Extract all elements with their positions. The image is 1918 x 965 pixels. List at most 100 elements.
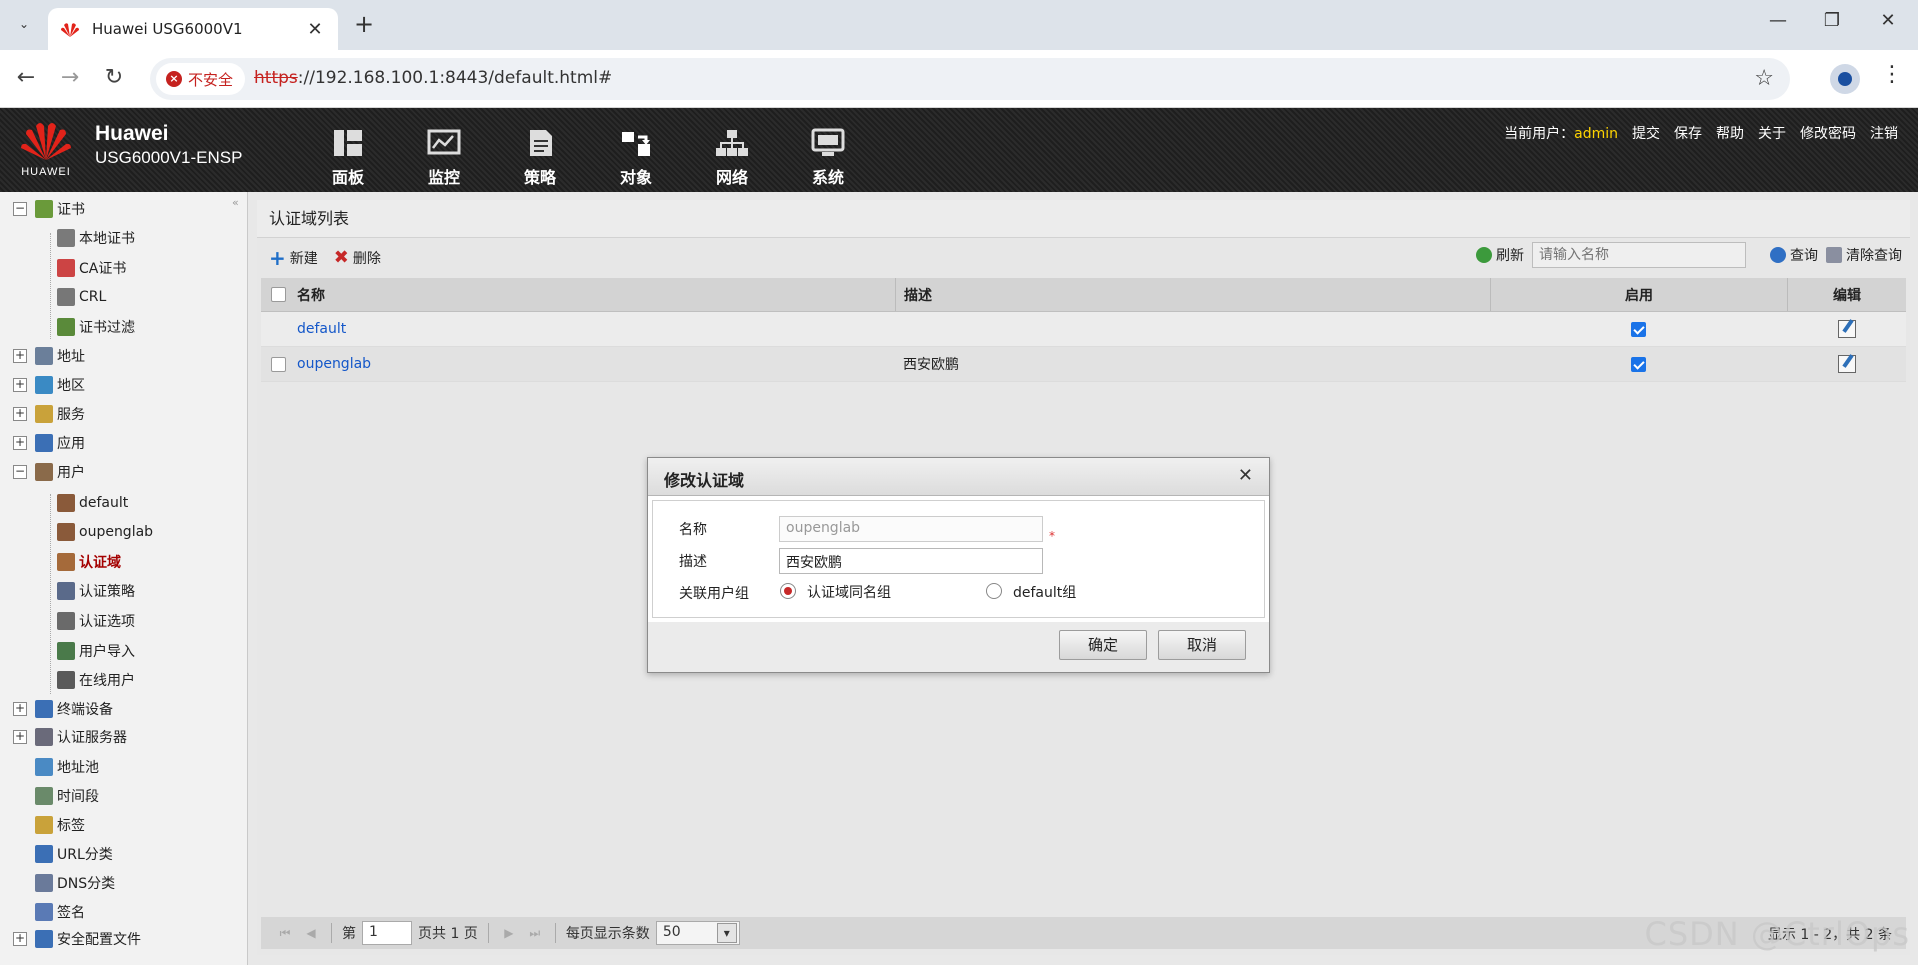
network-icon xyxy=(716,130,748,156)
sidebar-item-终端设备[interactable]: + 终端设备 xyxy=(13,696,113,722)
sidebar-item-签名[interactable]: 签名 xyxy=(35,899,85,925)
url-text[interactable]: https://192.168.100.1:8443/default.html# xyxy=(254,68,612,88)
sidebar-item-认证选项[interactable]: 认证选项 xyxy=(57,608,135,634)
sidebar-item-oupenglab[interactable]: oupenglab xyxy=(57,519,153,545)
restore-button[interactable]: ❐ xyxy=(1812,10,1852,31)
browser-menu-icon[interactable]: ⋮ xyxy=(1880,62,1904,87)
change-password-link[interactable]: 修改密码 xyxy=(1800,123,1856,143)
address-bar[interactable]: × 不安全 https://192.168.100.1:8443/default… xyxy=(150,58,1790,100)
sidebar-item-用户[interactable]: − 用户 xyxy=(13,459,85,485)
select-all-checkbox[interactable] xyxy=(270,287,286,302)
nav-dashboard[interactable]: 面板 xyxy=(300,128,396,188)
delete-button[interactable]: ✖ 删除 xyxy=(334,248,381,268)
sidebar-item-DNS分类[interactable]: DNS分类 xyxy=(35,870,115,896)
collapse-icon[interactable]: − xyxy=(13,202,27,216)
nav-policy[interactable]: 策略 xyxy=(492,128,588,188)
logout-link[interactable]: 注销 xyxy=(1870,123,1898,143)
radio-default-group[interactable] xyxy=(986,583,1002,599)
collapse-icon[interactable]: − xyxy=(13,465,27,479)
row-name-link[interactable]: oupenglab xyxy=(297,356,371,372)
sidebar-item-证书过滤[interactable]: 证书过滤 xyxy=(57,314,135,340)
sidebar-item-时间段[interactable]: 时间段 xyxy=(35,783,99,809)
nav-object[interactable]: 对象 xyxy=(588,128,684,188)
submit-link[interactable]: 提交 xyxy=(1632,123,1660,143)
profile-avatar[interactable] xyxy=(1830,64,1860,94)
browser-tab[interactable]: Huawei USG6000V1 ✕ xyxy=(48,8,338,50)
sidebar-item-应用[interactable]: + 应用 xyxy=(13,430,85,456)
query-button[interactable]: 查询 xyxy=(1770,245,1818,265)
nav-monitor[interactable]: 监控 xyxy=(396,128,492,188)
table-row[interactable]: oupenglab 西安欧鹏 xyxy=(261,347,1906,382)
next-page-icon[interactable]: ▶ xyxy=(499,926,519,940)
forward-button[interactable]: → xyxy=(54,63,86,95)
sidebar-item-地址池[interactable]: 地址池 xyxy=(35,754,99,780)
back-button[interactable]: ← xyxy=(10,63,42,95)
per-page-label: 每页显示条数 xyxy=(565,926,650,942)
nav-system[interactable]: 系统 xyxy=(780,128,876,188)
row-select-checkbox[interactable] xyxy=(270,356,286,372)
col-enabled[interactable]: 启用 xyxy=(1490,278,1787,311)
edit-icon[interactable] xyxy=(1837,355,1856,373)
enabled-checkbox[interactable] xyxy=(1631,321,1646,337)
security-chip[interactable]: × 不安全 xyxy=(156,63,246,95)
sidebar-item-证书[interactable]: − 证书 xyxy=(13,196,85,222)
search-input[interactable] xyxy=(1532,242,1746,268)
sidebar-item-认证策略[interactable]: 认证策略 xyxy=(57,578,135,604)
sidebar-item-安全配置文件[interactable]: + 安全配置文件 xyxy=(13,926,141,952)
brand-word: HUAWEI xyxy=(21,166,71,178)
clear-query-button[interactable]: 清除查询 xyxy=(1826,245,1902,265)
sidebar-item-本地证书[interactable]: 本地证书 xyxy=(57,225,135,251)
refresh-button[interactable]: 刷新 xyxy=(1476,245,1524,265)
last-page-icon[interactable]: ⏭ xyxy=(525,926,545,941)
collapse-sidebar-icon[interactable]: « xyxy=(232,196,239,209)
nav-network[interactable]: 网络 xyxy=(684,128,780,188)
prev-page-icon[interactable]: ◀ xyxy=(301,926,321,940)
expand-icon[interactable]: + xyxy=(13,436,27,450)
tab-search-chevron-icon[interactable]: ⌄ xyxy=(10,10,38,38)
close-window-button[interactable]: ✕ xyxy=(1868,10,1908,31)
cancel-button[interactable]: 取消 xyxy=(1158,630,1246,660)
about-link[interactable]: 关于 xyxy=(1758,123,1786,143)
sidebar-item-URL分类[interactable]: URL分类 xyxy=(35,841,113,867)
expand-icon[interactable]: + xyxy=(13,378,27,392)
sidebar-item-服务[interactable]: + 服务 xyxy=(13,401,85,427)
new-tab-button[interactable]: + xyxy=(350,11,378,39)
col-name[interactable]: 名称 xyxy=(295,278,895,311)
sidebar-item-在线用户[interactable]: 在线用户 xyxy=(57,667,135,693)
reload-button[interactable]: ↻ xyxy=(98,63,130,95)
help-link[interactable]: 帮助 xyxy=(1716,123,1744,143)
sidebar-item-CA证书[interactable]: CA证书 xyxy=(57,255,126,281)
minimize-button[interactable]: — xyxy=(1758,10,1798,31)
sidebar-item-label: 用户导入 xyxy=(79,644,135,660)
sidebar-item-地区[interactable]: + 地区 xyxy=(13,372,85,398)
page-input[interactable]: 1 xyxy=(362,921,412,945)
tree-node-icon xyxy=(57,288,75,306)
bookmark-star-icon[interactable]: ☆ xyxy=(1754,66,1774,91)
tab-close-icon[interactable]: ✕ xyxy=(304,19,326,40)
expand-icon[interactable]: + xyxy=(13,407,27,421)
sidebar-item-default[interactable]: default xyxy=(57,490,128,516)
sidebar-item-认证服务器[interactable]: + 认证服务器 xyxy=(13,724,127,750)
per-page-select[interactable]: 50 xyxy=(655,921,740,945)
table-row[interactable]: default xyxy=(261,312,1906,347)
sidebar-item-地址[interactable]: + 地址 xyxy=(13,343,85,369)
first-page-icon[interactable]: ⏮ xyxy=(275,926,295,941)
close-icon[interactable]: ✕ xyxy=(1238,465,1253,486)
new-button[interactable]: + 新建 xyxy=(269,248,318,268)
radio-same-name-group[interactable] xyxy=(780,583,796,599)
col-desc[interactable]: 描述 xyxy=(895,278,1490,311)
row-name-link[interactable]: default xyxy=(297,321,346,337)
expand-icon[interactable]: + xyxy=(13,702,27,716)
sidebar-item-标签[interactable]: 标签 xyxy=(35,812,85,838)
enabled-checkbox[interactable] xyxy=(1631,356,1646,372)
desc-field[interactable]: 西安欧鹏 xyxy=(779,548,1043,574)
sidebar-item-认证域[interactable]: 认证域 xyxy=(57,549,121,575)
expand-icon[interactable]: + xyxy=(13,349,27,363)
edit-icon[interactable] xyxy=(1837,320,1856,338)
sidebar-item-CRL[interactable]: CRL xyxy=(57,284,106,310)
sidebar-item-用户导入[interactable]: 用户导入 xyxy=(57,638,135,664)
ok-button[interactable]: 确定 xyxy=(1059,630,1147,660)
expand-icon[interactable]: + xyxy=(13,730,27,744)
save-link[interactable]: 保存 xyxy=(1674,123,1702,143)
expand-icon[interactable]: + xyxy=(13,932,27,946)
